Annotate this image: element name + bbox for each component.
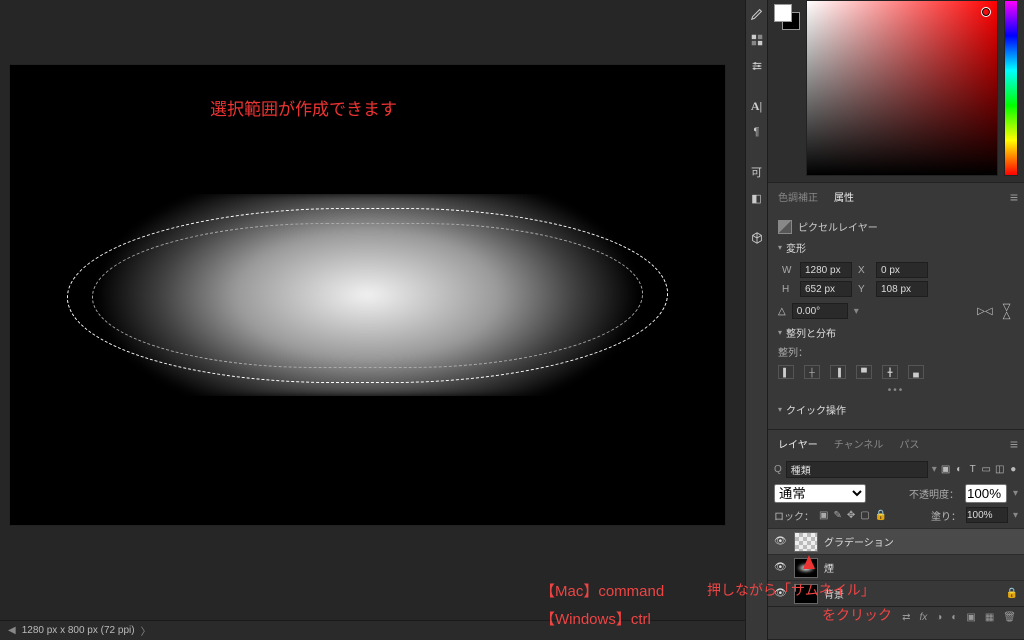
lock-artboard-icon[interactable]: ▢ (860, 510, 869, 521)
annotation-thumb-line2: をクリック (822, 605, 892, 625)
fill-label: 塗り： (931, 508, 961, 523)
char-icon[interactable]: ◧ (747, 188, 767, 208)
panel-menu-icon[interactable]: ≡ (1010, 192, 1018, 202)
layers-footer: ⇄ fx ◑ ◐ ▣ ▦ 🗑 (768, 606, 1024, 628)
annotation-mac: 【Mac】command (540, 580, 664, 601)
layers-panel: レイヤー チャンネル パス ≡ Q ▾ ▣ ◐ T ▭ ◫ ● 通常 (768, 430, 1024, 640)
new-fill-icon[interactable]: ◐ (951, 612, 957, 623)
width-input[interactable] (800, 262, 852, 278)
brush-icon[interactable] (747, 4, 767, 24)
annotation-win: 【Windows】ctrl (540, 608, 651, 629)
align-vcenter-icon[interactable]: ╋ (882, 365, 898, 379)
document-canvas[interactable] (10, 65, 725, 525)
trash-icon[interactable]: 🗑 (1003, 612, 1016, 623)
status-caret[interactable]: 〉 (141, 623, 151, 638)
swatches-icon[interactable] (747, 30, 767, 50)
cube-icon[interactable] (747, 228, 767, 248)
hue-slider[interactable] (1004, 0, 1018, 176)
angle-input[interactable] (792, 303, 848, 319)
flip-h-icon[interactable]: ▷◁ (977, 306, 992, 317)
lock-position-icon[interactable]: ✥ (847, 510, 855, 521)
align-sublabel: 整列： (778, 344, 1014, 359)
layer-filter-input[interactable] (786, 461, 928, 478)
annotation-thumb-line1: 押しながら「サムネイル」 (707, 580, 875, 600)
doc-info: 1280 px x 800 px (72 ppi) (22, 625, 135, 636)
align-right-icon[interactable]: ▐ (830, 365, 846, 379)
tab-paths[interactable]: パス (895, 434, 923, 453)
type-icon[interactable]: A| (747, 96, 767, 116)
opacity-label: 不透明度： (909, 486, 959, 501)
fg-bg-swatch[interactable] (774, 4, 800, 30)
properties-panel: 色調補正 属性 ≡ ピクセルレイヤー 変形 W X (768, 183, 1024, 430)
align-left-icon[interactable]: ▌ (778, 365, 794, 379)
layer-thumbnail[interactable] (794, 532, 818, 552)
align-hcenter-icon[interactable]: ┼ (804, 365, 820, 379)
tab-channels[interactable]: チャンネル (830, 434, 888, 453)
filter-pixel-icon[interactable]: ▣ (941, 462, 951, 477)
angle-icon: △ (778, 306, 786, 317)
filter-adjust-icon[interactable]: ◐ (954, 462, 964, 477)
transform-section[interactable]: 変形 (778, 240, 1014, 255)
right-panels: 色調補正 属性 ≡ ピクセルレイヤー 変形 W X (768, 0, 1024, 640)
paragraph-icon[interactable]: ¶ (747, 122, 767, 142)
align-buttons: ▌ ┼ ▐ ▀ ╋ ▄ (778, 365, 1014, 379)
annotation-arrow-icon (803, 555, 815, 569)
align-bottom-icon[interactable]: ▄ (908, 365, 924, 379)
new-layer-icon[interactable]: ▦ (985, 612, 994, 623)
saturation-field[interactable] (806, 0, 998, 176)
annotation-main: 選択範囲が作成できます (210, 95, 397, 120)
new-group-icon[interactable]: ▣ (966, 612, 975, 623)
h-label: H (782, 284, 794, 295)
lock-label: ロック： (774, 508, 814, 523)
more-dots[interactable]: ••• (778, 385, 1014, 396)
link-layers-icon[interactable]: ⇄ (902, 612, 910, 623)
mask-icon[interactable]: ◑ (936, 612, 942, 623)
blend-mode-select[interactable]: 通常 (774, 484, 866, 503)
color-cursor[interactable] (981, 7, 991, 17)
align-section[interactable]: 整列と分布 (778, 325, 1014, 340)
lock-icon[interactable]: 🔒 (875, 510, 887, 521)
visibility-toggle[interactable]: 👁 (774, 536, 788, 547)
layer-name: グラデーション (824, 534, 894, 549)
lock-pixels-icon[interactable]: ✎ (833, 510, 841, 521)
quick-section[interactable]: クイック操作 (778, 402, 1014, 417)
w-label: W (782, 265, 794, 276)
height-input[interactable] (800, 281, 852, 297)
pixel-layer-icon (778, 220, 792, 234)
status-left-caret: ◀ (8, 625, 16, 636)
lock-icon: 🔒 (1006, 588, 1018, 599)
color-panel (768, 0, 1024, 183)
layer-type-label: ピクセルレイヤー (798, 219, 878, 234)
filter-type-icon[interactable]: T (968, 462, 978, 477)
tab-color-correction[interactable]: 色調補正 (774, 187, 822, 206)
fill-input[interactable] (966, 507, 1008, 523)
filter-shape-icon[interactable]: ▭ (981, 462, 991, 477)
canvas-area: 選択範囲が作成できます ◀ 1280 px x 800 px (72 ppi) … (0, 0, 745, 640)
x-label: X (858, 265, 870, 276)
y-label: Y (858, 284, 870, 295)
layer-item-gradation[interactable]: 👁 グラデーション (768, 528, 1024, 554)
visibility-toggle[interactable]: 👁 (774, 562, 788, 573)
layer-name: 煙 (824, 560, 834, 575)
tab-properties[interactable]: 属性 (830, 187, 858, 206)
filter-smart-icon[interactable]: ◫ (995, 462, 1005, 477)
layers-menu-icon[interactable]: ≡ (1010, 439, 1018, 449)
tab-layers[interactable]: レイヤー (774, 434, 822, 453)
y-input[interactable] (876, 281, 928, 297)
vertical-toolbar: A| ¶ 可 ◧ (745, 0, 768, 640)
glyph-icon[interactable]: 可 (747, 162, 767, 182)
flip-v-icon[interactable]: ▷◁ (1001, 303, 1012, 318)
selection-marquee (61, 208, 674, 383)
x-input[interactable] (876, 262, 928, 278)
adjust-icon[interactable] (747, 56, 767, 76)
fx-icon[interactable]: fx (920, 612, 928, 623)
opacity-input[interactable] (965, 484, 1007, 503)
align-top-icon[interactable]: ▀ (856, 365, 872, 379)
filter-toggle-icon[interactable]: ● (1008, 462, 1018, 477)
lock-all-icon[interactable]: ▣ (819, 510, 828, 521)
